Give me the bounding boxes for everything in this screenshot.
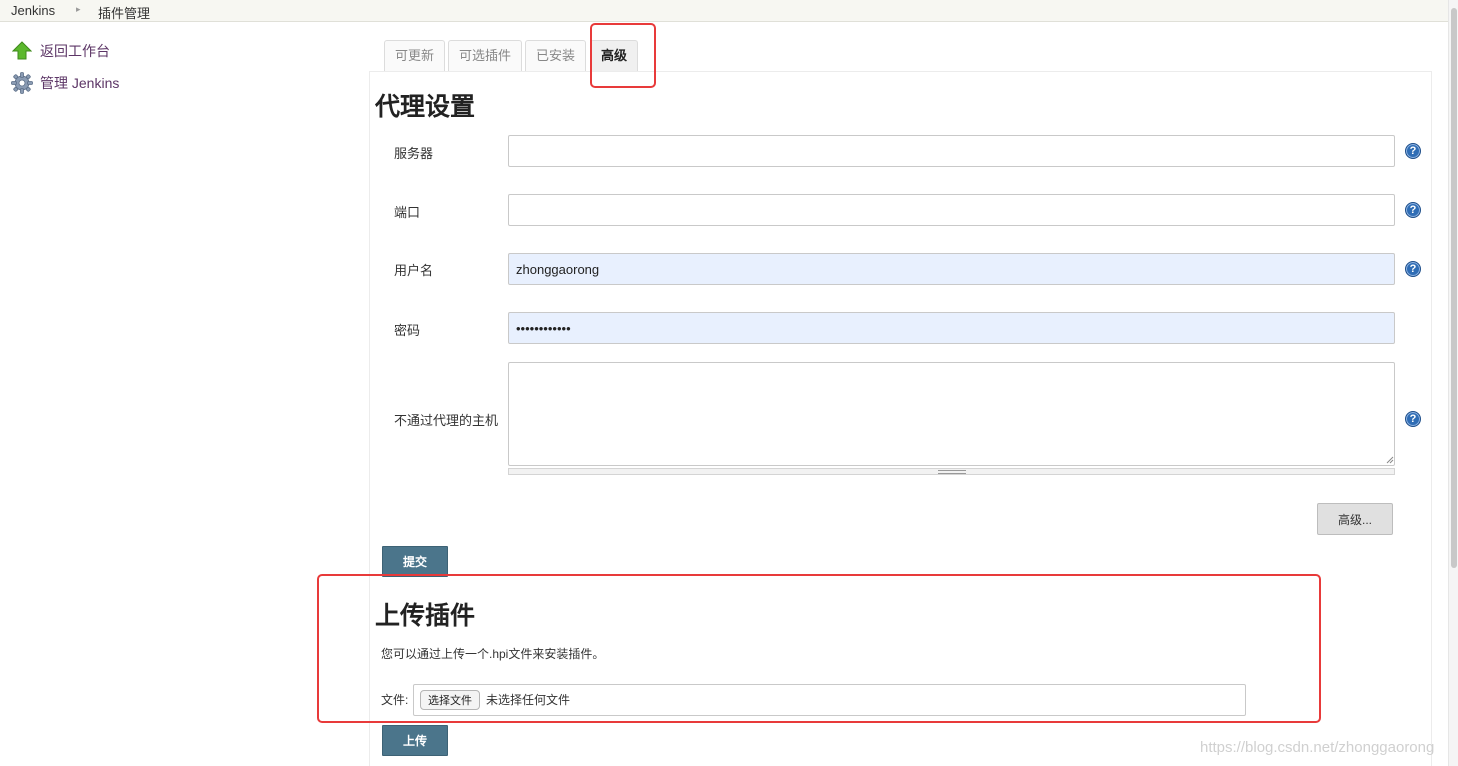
password-input[interactable] — [508, 312, 1395, 344]
gear-icon — [10, 71, 34, 95]
port-label: 端口 — [394, 205, 421, 220]
username-input[interactable] — [508, 253, 1395, 285]
sidebar-item-label: 管理 Jenkins — [40, 75, 120, 91]
help-icon[interactable]: ? — [1405, 411, 1421, 427]
tab-installed[interactable]: 已安装 — [525, 40, 587, 71]
upload-button[interactable]: 上传 — [382, 725, 448, 756]
no-proxy-hosts-textarea[interactable] — [508, 362, 1395, 466]
proxy-section-title: 代理设置 — [375, 93, 476, 121]
port-input[interactable] — [508, 194, 1395, 226]
sidebar-item-back-to-dashboard[interactable]: 返回工作台 — [10, 38, 110, 64]
textarea-resize-grip[interactable] — [508, 468, 1395, 475]
username-label: 用户名 — [394, 263, 434, 278]
highlight-box-advanced-tab — [590, 23, 656, 88]
highlight-box-upload-section — [317, 574, 1321, 723]
help-icon[interactable]: ? — [1405, 261, 1421, 277]
resize-handle-icon[interactable] — [1386, 456, 1394, 464]
submit-button[interactable]: 提交 — [382, 546, 448, 577]
breadcrumb-plugin-manager[interactable]: 插件管理 — [98, 3, 150, 22]
tab-available[interactable]: 可选插件 — [448, 40, 523, 71]
grip-icon — [938, 470, 966, 474]
scrollbar-thumb[interactable] — [1451, 8, 1457, 568]
password-label: 密码 — [394, 323, 421, 338]
sidebar-item-label: 返回工作台 — [40, 43, 110, 59]
sidebar-item-manage-jenkins[interactable]: 管理 Jenkins — [10, 70, 119, 96]
up-arrow-icon — [10, 39, 34, 63]
breadcrumb: Jenkins ▸ 插件管理 — [0, 0, 1448, 22]
server-label: 服务器 — [394, 146, 434, 161]
tab-updates[interactable]: 可更新 — [384, 40, 446, 71]
breadcrumb-separator: ▸ — [76, 4, 81, 14]
server-input[interactable] — [508, 135, 1395, 167]
help-icon[interactable]: ? — [1405, 202, 1421, 218]
watermark: https://blog.csdn.net/zhonggaorong — [1200, 739, 1435, 756]
advanced-button[interactable]: 高级... — [1317, 503, 1393, 535]
breadcrumb-jenkins[interactable]: Jenkins — [11, 3, 55, 18]
no-proxy-hosts-label: 不通过代理的主机 — [394, 413, 499, 428]
help-icon[interactable]: ? — [1405, 143, 1421, 159]
